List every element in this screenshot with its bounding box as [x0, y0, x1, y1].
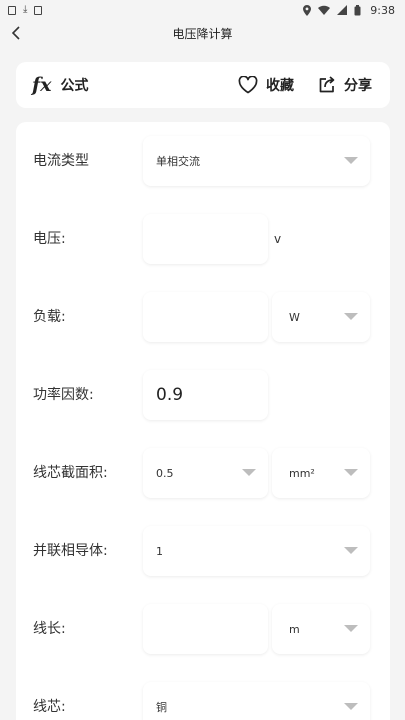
favorite-button[interactable]: 收藏 [238, 75, 294, 95]
row-load: 负载: W [16, 292, 390, 342]
voltage-input[interactable] [143, 214, 268, 264]
wifi-icon [318, 5, 331, 15]
line-length-input[interactable] [143, 604, 268, 654]
core-section-select[interactable]: 0.5 [143, 448, 268, 498]
power-factor-value: 0.9 [156, 385, 184, 405]
row-current-type: 电流类型 单相交流 [16, 136, 390, 186]
formula-label: 公式 [60, 78, 89, 94]
clock: 9:38 [370, 3, 395, 17]
signal-icon [337, 5, 348, 15]
current-type-select[interactable]: 单相交流 [143, 136, 370, 186]
chevron-down-icon [344, 313, 358, 320]
formula-fx-icon: fx [32, 74, 52, 96]
current-type-value: 单相交流 [156, 155, 200, 168]
battery-icon [354, 4, 361, 15]
core-section-unit-value: mm² [289, 466, 315, 480]
row-line-length: 线长: m [16, 604, 390, 654]
action-card: fx 公式 收藏 分享 [16, 62, 390, 108]
row-core-material: 线芯: 铜 [16, 682, 390, 720]
voltage-unit: v [274, 232, 282, 246]
chevron-down-icon [344, 469, 358, 476]
power-factor-label: 功率因数: [33, 387, 94, 403]
core-material-value: 铜 [156, 701, 167, 714]
core-section-value: 0.5 [156, 466, 174, 480]
chevron-down-icon [344, 157, 358, 164]
line-length-unit-value: m [289, 622, 300, 636]
share-label: 分享 [344, 78, 372, 94]
back-arrow-icon [12, 26, 20, 40]
chevron-down-icon [344, 625, 358, 632]
location-icon [303, 4, 312, 16]
current-type-label: 电流类型 [33, 153, 89, 169]
nav-bar: 电压降计算 [0, 20, 405, 46]
back-button[interactable] [7, 23, 25, 43]
share-icon [319, 76, 335, 93]
parallel-conductors-select[interactable]: 1 [143, 526, 370, 576]
core-material-select[interactable]: 铜 [143, 682, 370, 720]
load-unit-select[interactable]: W [272, 292, 370, 342]
line-length-unit-select[interactable]: m [272, 604, 370, 654]
download-icon: ⤓ [23, 4, 28, 15]
row-power-factor: 功率因数: 0.9 [16, 370, 390, 420]
row-parallel-conductors: 并联相导体: 1 [16, 526, 390, 576]
chevron-down-icon [344, 703, 358, 710]
formula-button[interactable]: fx 公式 [32, 74, 89, 96]
power-factor-input[interactable]: 0.9 [143, 370, 268, 420]
calculator-form: 电流类型 单相交流 电压: v 负载: W 功率因数: 0.9 线芯截面积: 0… [16, 122, 390, 720]
row-core-section: 线芯截面积: 0.5 mm² [16, 448, 390, 498]
status-bar: ⤓ 9:38 [0, 0, 405, 20]
parallel-conductors-value: 1 [156, 544, 163, 558]
load-input[interactable] [143, 292, 268, 342]
app-notification-icon [34, 5, 43, 15]
chevron-down-icon [344, 547, 358, 554]
row-voltage: 电压: v [16, 214, 390, 264]
parallel-conductors-label: 并联相导体: [33, 543, 108, 559]
favorite-label: 收藏 [266, 78, 294, 94]
voltage-label: 电压: [33, 231, 66, 247]
load-unit-value: W [289, 310, 300, 324]
core-section-unit-select[interactable]: mm² [272, 448, 370, 498]
notification-icon [8, 5, 16, 15]
load-label: 负载: [33, 309, 66, 325]
heart-icon [238, 76, 258, 94]
chevron-down-icon [242, 469, 256, 476]
line-length-label: 线长: [33, 621, 66, 637]
core-section-label: 线芯截面积: [33, 465, 108, 481]
page-title: 电压降计算 [172, 26, 233, 41]
core-material-label: 线芯: [33, 699, 66, 715]
share-button[interactable]: 分享 [318, 75, 372, 95]
